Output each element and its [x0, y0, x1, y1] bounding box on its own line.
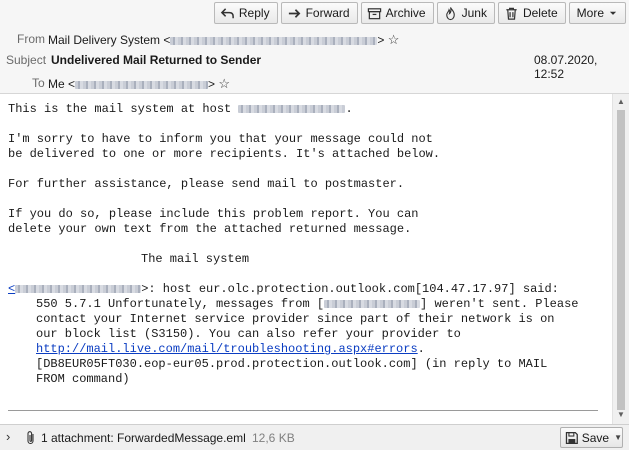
more-label: More — [576, 6, 604, 20]
body-line: < >: host eur.olc.protection.outlook.com[… — [8, 282, 559, 296]
to-label: To — [32, 76, 45, 90]
junk-icon — [445, 6, 455, 20]
body-line: This is the mail system at host . — [8, 102, 353, 116]
redacted-to-email — [75, 80, 209, 89]
more-button[interactable]: More — [568, 2, 626, 24]
body-line: For further assistance, please send mail… — [8, 177, 405, 191]
junk-button[interactable]: Junk — [436, 2, 495, 24]
message-body: This is the mail system at host . I'm so… — [0, 94, 612, 424]
star-icon[interactable]: ☆ — [218, 76, 230, 91]
delete-label: Delete — [522, 6, 558, 20]
junk-label: Junk — [461, 6, 487, 20]
body-line: be delivered to one or more recipients. … — [8, 147, 441, 161]
trash-icon — [506, 7, 517, 20]
redacted-ip — [324, 299, 421, 308]
body-line: The mail system — [141, 252, 250, 266]
subject-label: Subject — [6, 53, 47, 67]
to-name: Me < — [48, 77, 76, 91]
body-line: If you do so, please include this proble… — [8, 207, 419, 221]
redacted-from-email — [170, 36, 378, 45]
floppy-disk-icon — [565, 431, 578, 444]
from-address[interactable]: Mail Delivery System < > ☆ — [48, 32, 399, 48]
to-address[interactable]: Me < > ☆ — [48, 76, 230, 92]
archive-button[interactable]: Archive — [360, 2, 434, 24]
subject-text: Undelivered Mail Returned to Sender — [51, 53, 262, 67]
chevron-down-icon[interactable]: ▼ — [614, 433, 622, 442]
body-line: our block list (S3150). You can also ref… — [36, 327, 461, 341]
recipient-link[interactable]: < — [8, 282, 142, 296]
reply-icon — [220, 7, 234, 18]
reply-button[interactable]: Reply — [213, 2, 278, 24]
message-header: Reply Forward Archive Junk Delete More F… — [0, 0, 629, 94]
message-toolbar: Reply Forward Archive Junk Delete More — [213, 2, 626, 24]
attachment-size: 12,6 KB — [252, 431, 295, 445]
save-attachment-button[interactable]: Save ▼ — [560, 427, 623, 448]
redacted-recipient — [15, 284, 142, 293]
reply-label: Reply — [238, 6, 270, 20]
redacted-host — [238, 104, 346, 113]
body-line: [DB8EUR05FT030.eop-eur05.prod.protection… — [36, 357, 548, 371]
chevron-down-icon — [609, 11, 617, 15]
to-close: > — [208, 77, 216, 91]
forward-button[interactable]: Forward — [280, 2, 358, 24]
body-line: FROM command) — [36, 372, 130, 386]
forward-icon — [288, 8, 300, 18]
delete-button[interactable]: Delete — [497, 2, 566, 24]
attachment-label[interactable]: 1 attachment: ForwardedMessage.eml — [41, 431, 246, 445]
message-divider — [8, 410, 598, 411]
attachment-bar: › 1 attachment: ForwardedMessage.eml 12,… — [0, 424, 629, 450]
save-label: Save — [581, 430, 610, 445]
star-icon[interactable]: ☆ — [388, 32, 400, 47]
archive-label: Archive — [385, 6, 426, 20]
body-line: http://mail.live.com/mail/troubleshootin… — [36, 342, 425, 356]
body-line: delete your own text from the attached r… — [8, 222, 412, 236]
scroll-down-arrow-icon[interactable]: ▼ — [617, 410, 625, 419]
troubleshooting-link[interactable]: http://mail.live.com/mail/troubleshootin… — [36, 342, 418, 356]
body-line: I'm sorry to have to inform you that you… — [8, 132, 433, 146]
scrollbar-thumb[interactable] — [617, 110, 625, 410]
archive-icon — [367, 7, 381, 19]
from-label: From — [17, 32, 45, 46]
forward-label: Forward — [305, 6, 350, 20]
body-line: contact your Internet service provider s… — [36, 312, 555, 326]
from-close: > — [377, 33, 385, 47]
vertical-scrollbar[interactable]: ▲ ▼ — [612, 94, 629, 424]
body-line: 550 5.7.1 Unfortunately, messages from [… — [36, 297, 579, 311]
from-name: Mail Delivery System < — [48, 33, 171, 47]
chevron-right-icon[interactable]: › — [6, 429, 10, 444]
scroll-up-arrow-icon[interactable]: ▲ — [617, 97, 625, 106]
message-date: 08.07.2020, 12:52 — [534, 53, 598, 81]
paperclip-icon — [27, 431, 34, 445]
